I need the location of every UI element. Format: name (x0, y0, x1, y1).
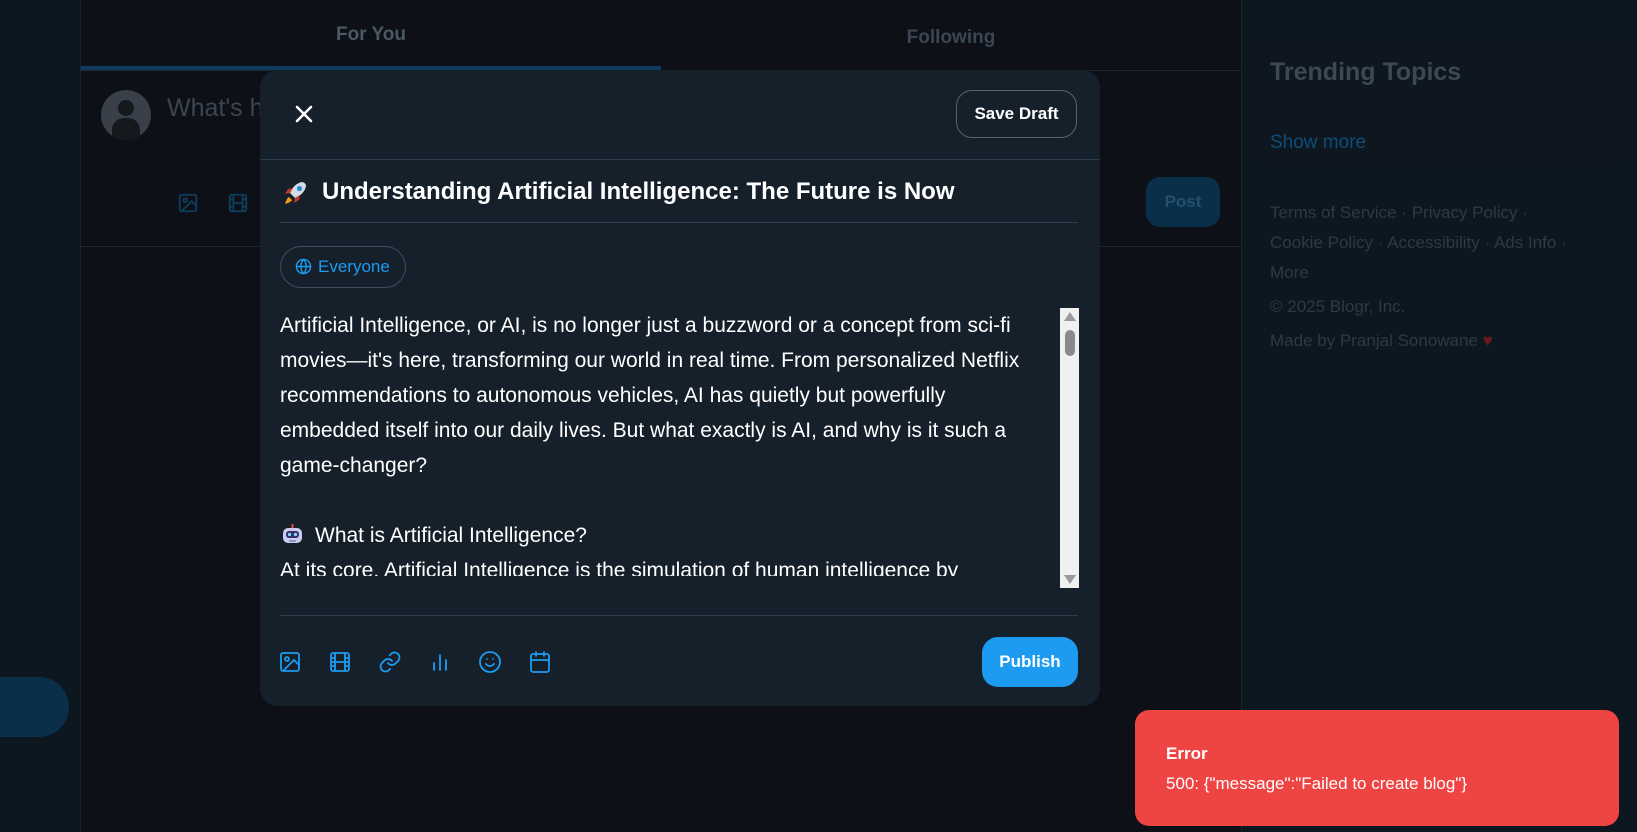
image-icon[interactable] (278, 650, 302, 674)
tab-following[interactable]: Following (661, 0, 1241, 70)
audience-label: Everyone (318, 257, 390, 276)
body-paragraph: At its core, Artificial Intelligence is … (280, 559, 959, 576)
terms-link[interactable]: Terms of Service · (1270, 203, 1407, 222)
close-icon[interactable] (282, 92, 326, 136)
ads-info-link[interactable]: Ads Info · (1494, 233, 1567, 252)
title-input[interactable]: Understanding Artificial Intelligence: T… (280, 178, 1078, 223)
privacy-link[interactable]: Privacy Policy · (1412, 203, 1528, 222)
tab-for-you[interactable]: For You (81, 0, 661, 70)
copyright-text: © 2025 Blogr, Inc. (1270, 297, 1406, 316)
sidebar-footer: Terms of Service · Privacy Policy · Cook… (1270, 198, 1600, 356)
poll-icon[interactable] (428, 650, 452, 674)
made-by-text: Made by Pranjal Sonowane (1270, 331, 1478, 350)
error-toast: Error 500: {"message":"Failed to create … (1135, 710, 1619, 826)
video-icon[interactable] (227, 192, 249, 214)
sidebar-post-button[interactable] (0, 677, 69, 737)
schedule-icon[interactable] (528, 650, 552, 674)
post-body-textarea[interactable]: Artificial Intelligence, or AI, is no lo… (280, 308, 1028, 576)
scroll-up-arrow-icon[interactable] (1064, 312, 1076, 321)
modal-header: Save Draft (260, 70, 1100, 160)
robot-emoji-icon (283, 524, 302, 543)
accessibility-link[interactable]: Accessibility · (1387, 233, 1490, 252)
feed-tabs: For You Following (81, 0, 1241, 71)
toast-message: 500: {"message":"Failed to create blog"} (1166, 774, 1468, 793)
post-button[interactable]: Post (1146, 177, 1220, 227)
more-link[interactable]: More (1270, 263, 1309, 282)
cookie-link[interactable]: Cookie Policy · (1270, 233, 1383, 252)
heart-icon: ♥ (1482, 331, 1493, 350)
avatar[interactable] (101, 90, 151, 140)
image-icon[interactable] (177, 192, 199, 214)
scroll-down-arrow-icon[interactable] (1064, 575, 1076, 584)
audience-selector[interactable]: Everyone (280, 246, 406, 288)
show-more-link[interactable]: Show more (1270, 132, 1366, 154)
video-icon[interactable] (328, 650, 352, 674)
save-draft-button[interactable]: Save Draft (956, 90, 1077, 138)
divider (280, 615, 1078, 616)
scroll-thumb[interactable] (1065, 330, 1075, 356)
body-heading: What is Artificial Intelligence? (315, 524, 587, 547)
post-title[interactable]: Understanding Artificial Intelligence: T… (322, 178, 955, 206)
link-icon[interactable] (378, 650, 402, 674)
publish-button[interactable]: Publish (982, 637, 1078, 687)
body-paragraph: Artificial Intelligence, or AI, is no lo… (280, 314, 1020, 477)
rocket-emoji-icon (285, 182, 306, 204)
body-scrollbar[interactable] (1060, 308, 1079, 588)
trending-card: Trending Topics Show more (1250, 36, 1630, 166)
compose-modal: Save Draft Understanding Artificial Inte… (260, 70, 1100, 706)
toast-title: Error (1166, 744, 1208, 763)
trending-title: Trending Topics (1270, 58, 1462, 86)
emoji-icon[interactable] (478, 650, 502, 674)
globe-icon (295, 258, 312, 275)
search-bar-edge (1270, 0, 1610, 4)
composer-placeholder[interactable]: What's h (167, 94, 263, 123)
